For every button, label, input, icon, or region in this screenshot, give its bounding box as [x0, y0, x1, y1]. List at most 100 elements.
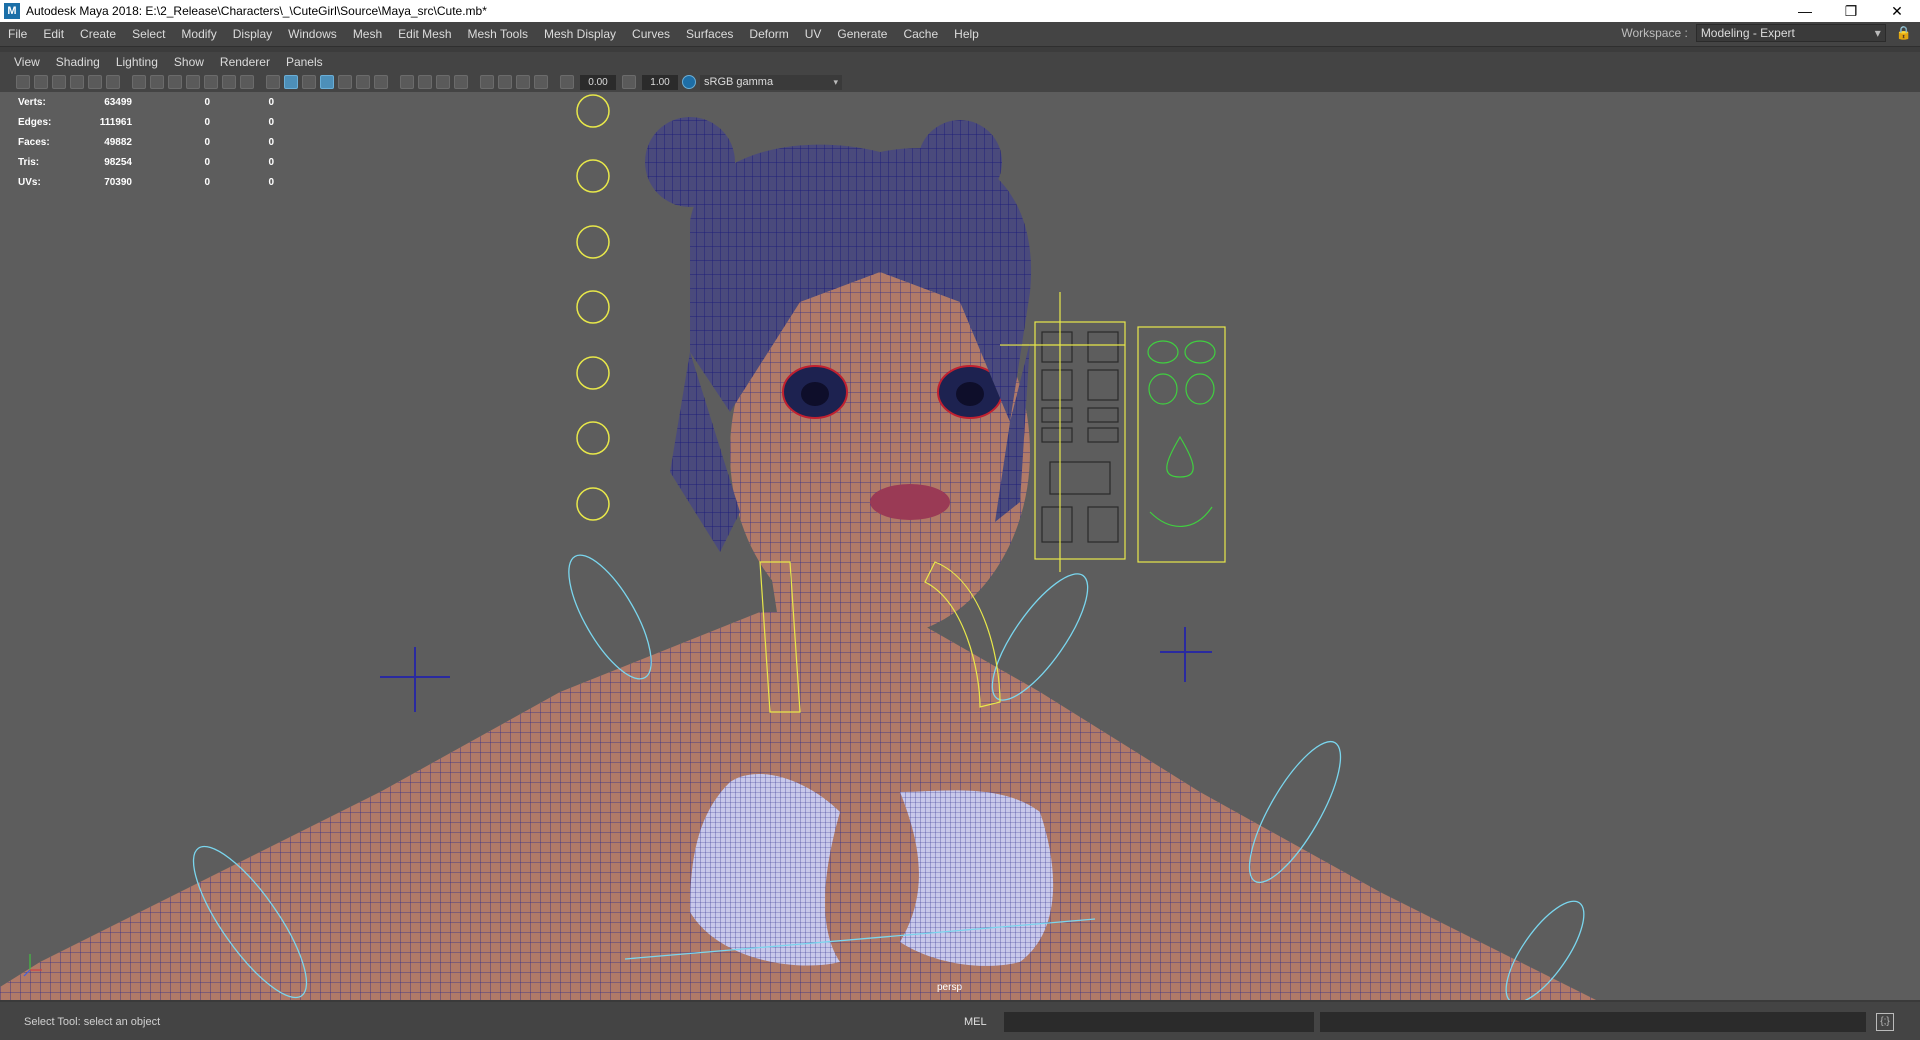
- hud-label: Verts:: [18, 96, 46, 108]
- gamma-field[interactable]: 1.00: [642, 74, 678, 90]
- workspace-value: Modeling - Expert: [1700, 26, 1795, 40]
- hud-row: UVs: 70390 0 0: [18, 172, 274, 192]
- xray-icon[interactable]: [498, 75, 512, 89]
- screen-space-ao-icon[interactable]: [400, 75, 414, 89]
- close-button[interactable]: ✕: [1874, 0, 1920, 22]
- hud-component: 0: [268, 96, 274, 108]
- hud-label: Faces:: [18, 136, 50, 148]
- menu-help[interactable]: Help: [946, 22, 987, 46]
- color-management-icon[interactable]: [682, 75, 696, 89]
- menu-cache[interactable]: Cache: [895, 22, 946, 46]
- bookmarks-icon[interactable]: [52, 75, 66, 89]
- panel-menu-panels[interactable]: Panels: [278, 55, 331, 69]
- hud-selected: 0: [204, 156, 210, 168]
- smooth-shade-icon[interactable]: [284, 75, 298, 89]
- workspace-label: Workspace :: [1621, 26, 1688, 40]
- panel-menu-renderer[interactable]: Renderer: [212, 55, 278, 69]
- menu-edit[interactable]: Edit: [35, 22, 72, 46]
- hud-selected: 0: [204, 176, 210, 188]
- hud-row: Faces: 49882 0 0: [18, 132, 274, 152]
- command-result-field: [1320, 1012, 1866, 1032]
- lock-icon[interactable]: 🔒: [1896, 25, 1912, 41]
- menu-display[interactable]: Display: [225, 22, 280, 46]
- hud-selected: 0: [204, 96, 210, 108]
- image-plane-icon[interactable]: [70, 75, 84, 89]
- minimize-button[interactable]: —: [1782, 0, 1828, 22]
- menu-edit-mesh[interactable]: Edit Mesh: [390, 22, 459, 46]
- face-control-panel: [1000, 292, 1226, 572]
- camera-attributes-icon[interactable]: [34, 75, 48, 89]
- film-gate-icon[interactable]: [150, 75, 164, 89]
- hud-selected: 0: [204, 116, 210, 128]
- menu-surfaces[interactable]: Surfaces: [678, 22, 741, 46]
- wireframe-icon[interactable]: [266, 75, 280, 89]
- hud-total: 70390: [104, 176, 132, 188]
- maximize-button[interactable]: ❐: [1828, 0, 1874, 22]
- grid-icon[interactable]: [132, 75, 146, 89]
- panel-menu-view[interactable]: View: [6, 55, 48, 69]
- resolution-gate-icon[interactable]: [168, 75, 182, 89]
- hud-label: UVs:: [18, 176, 41, 188]
- use-all-lights-icon[interactable]: [356, 75, 370, 89]
- two-d-pan-zoom-icon[interactable]: [88, 75, 102, 89]
- viewport-scene: [0, 94, 1596, 1000]
- depth-of-field-icon[interactable]: [454, 75, 468, 89]
- exposure-icon[interactable]: [560, 75, 574, 89]
- select-camera-icon[interactable]: [16, 75, 30, 89]
- mel-command-input[interactable]: [1004, 1012, 1314, 1032]
- motion-blur-icon[interactable]: [418, 75, 432, 89]
- hud-total: 111961: [99, 116, 132, 128]
- window-controls: — ❐ ✕: [1782, 0, 1920, 22]
- hud-label: Tris:: [18, 156, 40, 168]
- camera-name-label: persp: [937, 982, 963, 993]
- workspace-selector: Workspace : Modeling - Expert ▾ 🔒: [1621, 24, 1912, 42]
- gate-mask-icon[interactable]: [186, 75, 200, 89]
- panel-menu-bar: View Shading Lighting Show Renderer Pane…: [0, 52, 1920, 72]
- anti-aliasing-icon[interactable]: [436, 75, 450, 89]
- command-line: Select Tool: select an object MEL {;}: [0, 1004, 1920, 1040]
- maya-app-icon: M: [4, 3, 20, 19]
- panel-menu-show[interactable]: Show: [166, 55, 212, 69]
- gamma-icon[interactable]: [622, 75, 636, 89]
- menu-select[interactable]: Select: [124, 22, 173, 46]
- use-default-material-icon[interactable]: [302, 75, 316, 89]
- help-line: Select Tool: select an object: [24, 1016, 161, 1028]
- control-circles-column: [576, 94, 610, 521]
- menu-windows[interactable]: Windows: [280, 22, 345, 46]
- exposure-field[interactable]: 0.00: [580, 74, 616, 90]
- workspace-dropdown[interactable]: Modeling - Expert ▾: [1695, 24, 1886, 42]
- panel-menu-lighting[interactable]: Lighting: [108, 55, 166, 69]
- xray-components-icon[interactable]: [534, 75, 548, 89]
- textured-icon[interactable]: [338, 75, 352, 89]
- script-editor-icon[interactable]: {;}: [1876, 1013, 1894, 1031]
- wireframe-on-shaded-icon[interactable]: [320, 75, 334, 89]
- panel-menu-shading[interactable]: Shading: [48, 55, 108, 69]
- safe-action-icon[interactable]: [222, 75, 236, 89]
- menu-uv[interactable]: UV: [797, 22, 830, 46]
- hud-component: 0: [268, 116, 274, 128]
- menu-file[interactable]: File: [0, 22, 35, 46]
- menu-generate[interactable]: Generate: [829, 22, 895, 46]
- menu-curves[interactable]: Curves: [624, 22, 678, 46]
- hud-label: Edges:: [18, 116, 52, 128]
- menu-mesh-tools[interactable]: Mesh Tools: [460, 22, 536, 46]
- perspective-viewport[interactable]: Verts: 63499 0 0 Edges: 111961 0 0 Faces…: [0, 92, 1920, 1002]
- menu-mesh[interactable]: Mesh: [345, 22, 390, 46]
- menu-create[interactable]: Create: [72, 22, 124, 46]
- hud-row: Tris: 98254 0 0: [18, 152, 274, 172]
- menu-mesh-display[interactable]: Mesh Display: [536, 22, 624, 46]
- xray-joints-icon[interactable]: [516, 75, 530, 89]
- hud-total: 63499: [104, 96, 132, 108]
- field-chart-icon[interactable]: [204, 75, 218, 89]
- menu-deform[interactable]: Deform: [741, 22, 796, 46]
- hud-total: 49882: [104, 136, 132, 148]
- isolate-select-icon[interactable]: [480, 75, 494, 89]
- color-space-dropdown[interactable]: sRGB gamma ▾: [700, 74, 842, 90]
- grease-pencil-icon[interactable]: [106, 75, 120, 89]
- shadows-icon[interactable]: [374, 75, 388, 89]
- color-space-value: sRGB gamma: [704, 75, 774, 88]
- safe-title-icon[interactable]: [240, 75, 254, 89]
- menu-modify[interactable]: Modify: [173, 22, 224, 46]
- poly-count-hud: Verts: 63499 0 0 Edges: 111961 0 0 Faces…: [18, 92, 274, 192]
- mel-language-toggle[interactable]: MEL: [964, 1016, 1004, 1028]
